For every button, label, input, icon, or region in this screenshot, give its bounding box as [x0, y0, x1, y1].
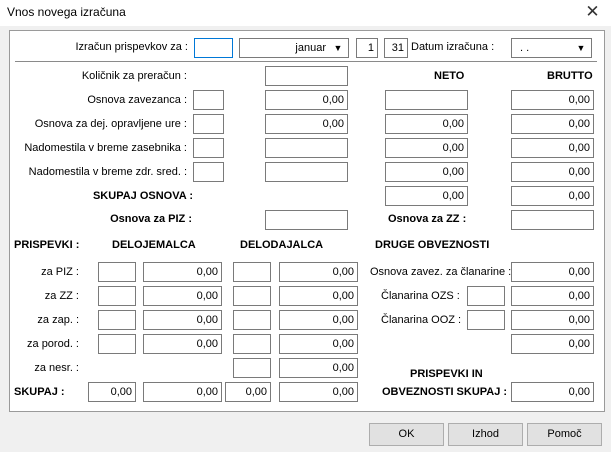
label-nad-zdr: Nadomestila v breme zdr. sred. : — [28, 166, 187, 178]
label-skupaj-title-1: PRISPEVKI IN — [410, 368, 483, 380]
label-osnova-zz: Osnova za ZZ : — [388, 213, 467, 225]
osnova-zav-neto[interactable] — [385, 90, 468, 110]
chevron-down-icon: ▼ — [576, 43, 586, 53]
piz-dj-rate[interactable] — [98, 262, 136, 282]
pomoc-button[interactable]: Pomoč — [527, 423, 602, 446]
skupaj-dj-rate: 0,00 — [88, 382, 136, 402]
nad-zdr-mid[interactable] — [265, 162, 348, 182]
piz-dd-amount[interactable]: 0,00 — [279, 262, 358, 282]
label-skupaj-title-2: OBVEZNOSTI SKUPAJ : — [382, 386, 508, 398]
separator — [15, 61, 597, 63]
piz-dd-rate[interactable] — [233, 262, 271, 282]
skupaj-neto: 0,00 — [385, 186, 468, 206]
osnova-dej-mid[interactable]: 0,00 — [265, 114, 348, 134]
datum-select[interactable]: . . ▼ — [511, 38, 592, 58]
zz-dj-rate[interactable] — [98, 286, 136, 306]
close-icon[interactable]: ✕ — [574, 0, 611, 26]
year-input[interactable] — [194, 38, 233, 58]
chevron-down-icon: ▼ — [333, 43, 343, 53]
osnova-zav-small[interactable] — [193, 90, 224, 110]
clan-ooz-value[interactable]: 0,00 — [511, 310, 594, 330]
header-delodajalca: DELODAJALCA — [240, 239, 324, 251]
nad-zas-mid[interactable] — [265, 138, 348, 158]
label-skupaj-osnova: SKUPAJ OSNOVA : — [92, 190, 193, 202]
header-delojemalca: DELOJEMALCA — [112, 239, 196, 251]
zap-dj-amount[interactable]: 0,00 — [143, 310, 222, 330]
zap-dj-rate[interactable] — [98, 310, 136, 330]
nad-zas-neto[interactable]: 0,00 — [385, 138, 468, 158]
nad-zas-small[interactable] — [193, 138, 224, 158]
osnova-dej-brutto[interactable]: 0,00 — [511, 114, 594, 134]
osnova-dej-neto[interactable]: 0,00 — [385, 114, 468, 134]
zz-dd-amount[interactable]: 0,00 — [279, 286, 358, 306]
month-value: januar — [295, 42, 326, 54]
clan-ozs-rate[interactable] — [467, 286, 505, 306]
porod-dd-rate[interactable] — [233, 334, 271, 354]
label-osnova-clan: Osnova zavez. za članarine : — [370, 266, 512, 278]
osnova-piz-input[interactable] — [265, 210, 348, 230]
skupaj-vse-value: 0,00 — [511, 382, 594, 402]
druge-extra-value[interactable]: 0,00 — [511, 334, 594, 354]
skupaj-dj-amount: 0,00 — [143, 382, 222, 402]
osnova-zz-input[interactable] — [511, 210, 594, 230]
izhod-button[interactable]: Izhod — [448, 423, 523, 446]
porod-dj-rate[interactable] — [98, 334, 136, 354]
label-osnova-zav: Osnova zavezanca : — [87, 94, 187, 106]
label-za-zap: za zap. : — [37, 314, 79, 326]
kolicnik-input[interactable] — [265, 66, 348, 86]
day-from-input[interactable]: 1 — [356, 38, 378, 58]
label-za-nesr: za nesr. : — [34, 362, 79, 374]
nad-zdr-small[interactable] — [193, 162, 224, 182]
zap-dd-rate[interactable] — [233, 310, 271, 330]
label-za-piz: za PIZ : — [41, 266, 79, 278]
skupaj-dd-rate: 0,00 — [225, 382, 271, 402]
header-druge: DRUGE OBVEZNOSTI — [375, 239, 490, 251]
ok-button[interactable]: OK — [369, 423, 444, 446]
zz-dj-amount[interactable]: 0,00 — [143, 286, 222, 306]
osnova-dej-small[interactable] — [193, 114, 224, 134]
osnova-zav-brutto[interactable]: 0,00 — [511, 90, 594, 110]
label-datum: Datum izračuna : — [411, 41, 495, 53]
label-skupaj: SKUPAJ : — [14, 386, 65, 398]
nesr-dd-rate[interactable] — [233, 358, 271, 378]
osnova-zav-mid[interactable]: 0,00 — [265, 90, 348, 110]
nad-zas-brutto[interactable]: 0,00 — [511, 138, 594, 158]
day-to-input[interactable]: 31 — [384, 38, 408, 58]
clan-ooz-rate[interactable] — [467, 310, 505, 330]
porod-dj-amount[interactable]: 0,00 — [143, 334, 222, 354]
label-clan-ozs: Članarina OZS : — [381, 290, 460, 302]
label-prispevki: PRISPEVKI : — [14, 239, 80, 251]
label-osnova-piz: Osnova za PIZ : — [110, 213, 192, 225]
label-za-zz: za ZZ : — [44, 290, 79, 302]
header-brutto: BRUTTO — [547, 70, 593, 82]
piz-dj-amount[interactable]: 0,00 — [143, 262, 222, 282]
datum-value: . . — [520, 42, 530, 54]
clan-ozs-value[interactable]: 0,00 — [511, 286, 594, 306]
zz-dd-rate[interactable] — [233, 286, 271, 306]
zap-dd-amount[interactable]: 0,00 — [279, 310, 358, 330]
month-select[interactable]: januar ▼ — [239, 38, 349, 58]
skupaj-dd-amount: 0,00 — [279, 382, 358, 402]
label-izracun: Izračun prispevkov za : — [75, 41, 189, 53]
nad-zdr-brutto[interactable]: 0,00 — [511, 162, 594, 182]
label-clan-ooz: Članarina OOZ : — [381, 314, 462, 326]
label-nad-zas: Nadomestila v breme zasebnika : — [24, 142, 187, 154]
label-osnova-dej: Osnova za dej. opravljene ure : — [34, 118, 187, 130]
label-kolicnik: Količnik za preračun : — [81, 70, 187, 82]
nad-zdr-neto[interactable]: 0,00 — [385, 162, 468, 182]
osnova-clan-value[interactable]: 0,00 — [511, 262, 594, 282]
nesr-dd-amount[interactable]: 0,00 — [279, 358, 358, 378]
title-bar: Vnos novega izračuna ✕ — [0, 0, 611, 26]
skupaj-brutto: 0,00 — [511, 186, 594, 206]
window-title: Vnos novega izračuna — [7, 5, 126, 19]
label-za-porod: za porod. : — [27, 338, 79, 350]
header-neto: NETO — [434, 70, 465, 82]
porod-dd-amount[interactable]: 0,00 — [279, 334, 358, 354]
